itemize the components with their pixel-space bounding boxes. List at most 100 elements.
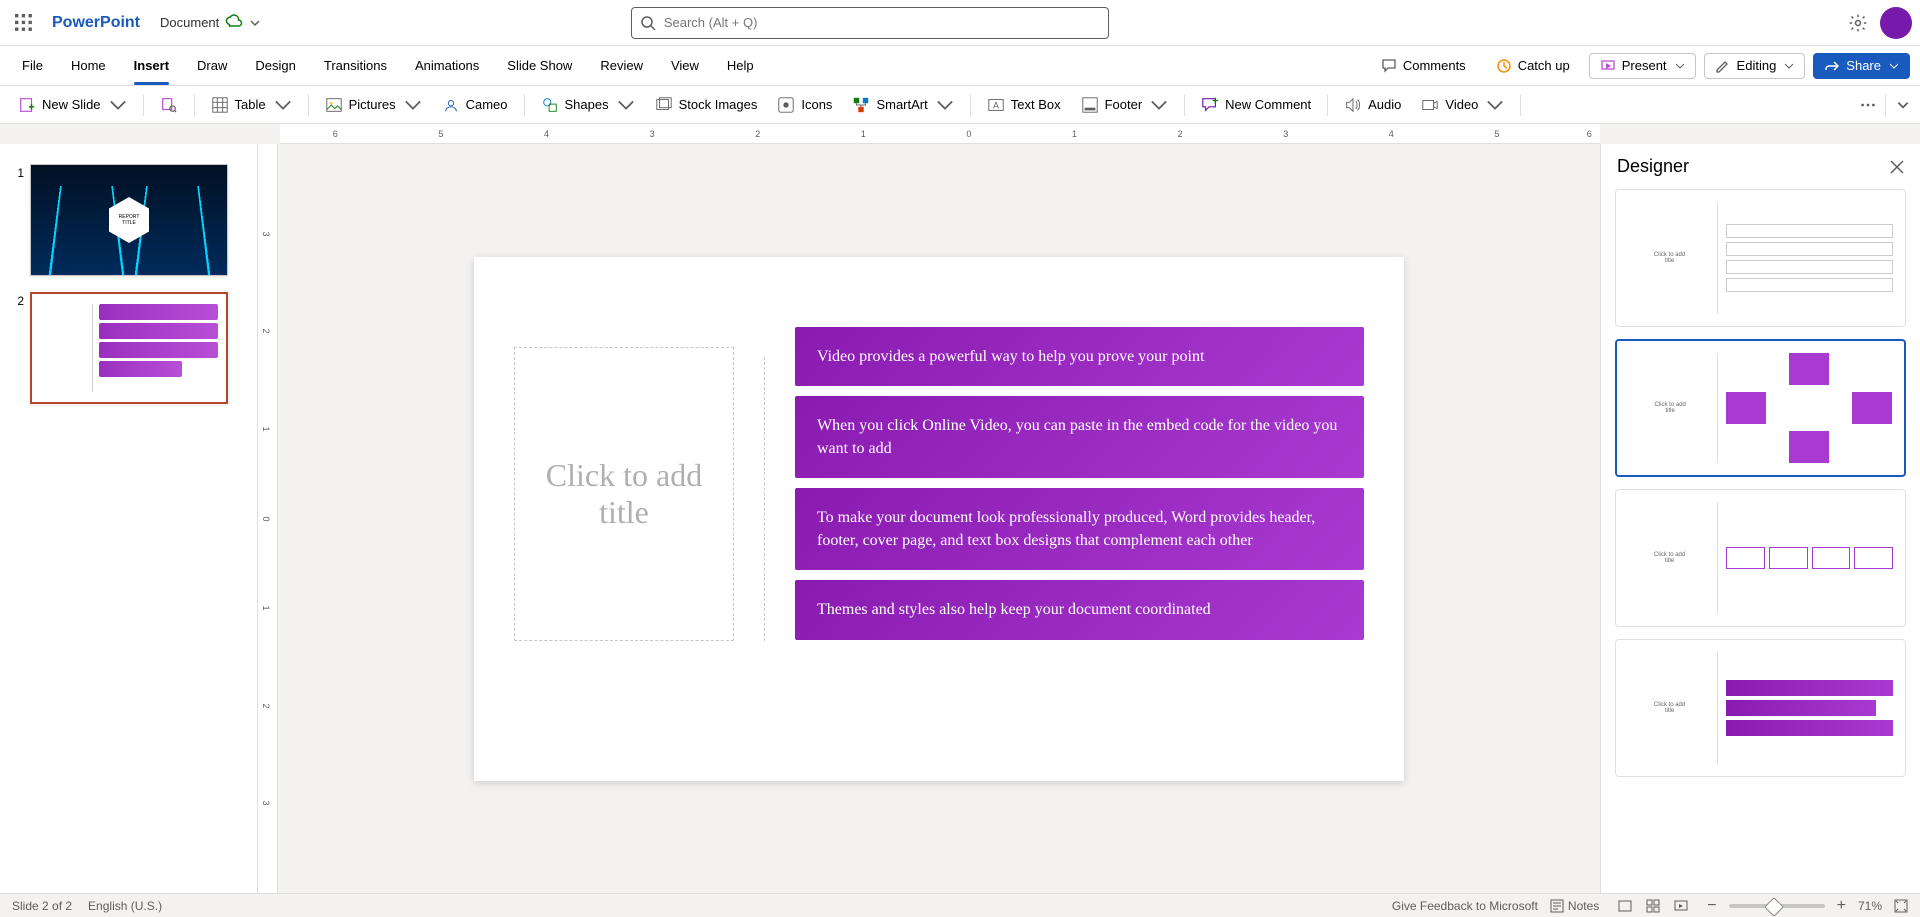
- footer-label: Footer: [1105, 97, 1143, 112]
- zoom-out[interactable]: −: [1707, 897, 1716, 915]
- new-slide-label: New Slide: [42, 97, 101, 112]
- view-slideshow[interactable]: [1667, 897, 1695, 915]
- slide-thumb-1[interactable]: REPORT TITLE: [30, 164, 228, 276]
- content-box-1[interactable]: Video provides a powerful way to help yo…: [795, 327, 1364, 386]
- tab-home[interactable]: Home: [59, 52, 118, 79]
- more-icon[interactable]: [1859, 96, 1877, 114]
- icons-button[interactable]: Icons: [769, 92, 840, 118]
- shapes-button[interactable]: Shapes: [533, 92, 643, 118]
- catchup-button[interactable]: Catch up: [1485, 53, 1581, 79]
- new-comment-icon: [1201, 96, 1219, 114]
- editing-button[interactable]: Editing: [1704, 53, 1806, 79]
- new-slide-icon: [18, 96, 36, 114]
- tab-view[interactable]: View: [659, 52, 711, 79]
- status-slide[interactable]: Slide 2 of 2: [12, 899, 72, 913]
- gear-icon[interactable]: [1848, 13, 1868, 33]
- view-normal[interactable]: [1611, 897, 1639, 915]
- search-box[interactable]: [631, 7, 1109, 39]
- separator: [1885, 94, 1886, 116]
- cameo-button[interactable]: Cameo: [434, 92, 516, 118]
- share-button[interactable]: Share: [1813, 53, 1910, 79]
- tab-draw[interactable]: Draw: [185, 52, 239, 79]
- user-avatar[interactable]: [1880, 7, 1912, 39]
- design-option-1[interactable]: Click to add title: [1615, 189, 1906, 327]
- divider: [764, 357, 765, 641]
- stock-images-button[interactable]: Stock Images: [647, 92, 766, 118]
- textbox-button[interactable]: A Text Box: [979, 92, 1069, 118]
- view-toggle: [1611, 897, 1695, 915]
- smartart-button[interactable]: SmartArt: [844, 92, 961, 118]
- video-button[interactable]: Video: [1413, 92, 1512, 118]
- zoom-slider[interactable]: [1729, 904, 1825, 908]
- chevron-down-icon: [1486, 96, 1504, 114]
- doc-chevron-icon[interactable]: [249, 17, 261, 29]
- notes-label: Notes: [1568, 899, 1599, 913]
- smartart-icon: [852, 96, 870, 114]
- shapes-label: Shapes: [565, 97, 609, 112]
- new-comment-button[interactable]: New Comment: [1193, 92, 1319, 118]
- present-label: Present: [1622, 58, 1667, 73]
- tab-review[interactable]: Review: [588, 52, 655, 79]
- close-icon[interactable]: [1890, 160, 1904, 174]
- content-box-3[interactable]: To make your document look professionall…: [795, 488, 1364, 570]
- document-name[interactable]: Document: [160, 15, 219, 30]
- chevron-down-icon: [109, 96, 127, 114]
- zoom-in[interactable]: +: [1837, 897, 1846, 915]
- tab-file[interactable]: File: [10, 52, 55, 79]
- content-box-2[interactable]: When you click Online Video, you can pas…: [795, 396, 1364, 478]
- title-placeholder[interactable]: Click to add title: [514, 347, 734, 641]
- view-sorter[interactable]: [1639, 897, 1667, 915]
- tab-slideshow[interactable]: Slide Show: [495, 52, 584, 79]
- share-icon: [1824, 58, 1840, 74]
- search-input[interactable]: [664, 15, 1100, 30]
- app-name: PowerPoint: [52, 14, 140, 32]
- pictures-button[interactable]: Pictures: [317, 92, 430, 118]
- new-slide-button[interactable]: New Slide: [10, 92, 135, 118]
- tab-help[interactable]: Help: [715, 52, 766, 79]
- fit-icon[interactable]: [1894, 899, 1908, 913]
- tab-animations[interactable]: Animations: [403, 52, 491, 79]
- comments-label: Comments: [1403, 58, 1466, 73]
- editing-chevron-icon: [1784, 61, 1794, 71]
- chevron-down-icon: [274, 96, 292, 114]
- smartart-label: SmartArt: [876, 97, 927, 112]
- status-language[interactable]: English (U.S.): [88, 899, 162, 913]
- separator: [970, 94, 971, 116]
- designer-title: Designer: [1617, 156, 1689, 177]
- comments-button[interactable]: Comments: [1370, 53, 1477, 79]
- chevron-down-icon: [404, 96, 422, 114]
- cameo-icon: [442, 96, 460, 114]
- cameo-label: Cameo: [466, 97, 508, 112]
- chevron-down-icon: [936, 96, 954, 114]
- editing-label: Editing: [1737, 58, 1777, 73]
- shapes-icon: [541, 96, 559, 114]
- ruler-horizontal: 6 5 4 3 2 1 0 1 2 3 4 5 6: [280, 124, 1600, 144]
- pencil-icon: [1715, 58, 1731, 74]
- slide-thumb-2[interactable]: [30, 292, 228, 404]
- table-label: Table: [235, 97, 266, 112]
- reuse-slides-button[interactable]: [152, 92, 186, 118]
- table-button[interactable]: Table: [203, 92, 300, 118]
- slide-canvas[interactable]: Click to add title Video provides a powe…: [474, 257, 1404, 781]
- catchup-icon: [1496, 58, 1512, 74]
- content-box-4[interactable]: Themes and styles also help keep your do…: [795, 580, 1364, 639]
- icons-label: Icons: [801, 97, 832, 112]
- footer-button[interactable]: Footer: [1073, 92, 1177, 118]
- design-option-3[interactable]: Click to add title: [1615, 489, 1906, 627]
- design-option-4[interactable]: Click to add title: [1615, 639, 1906, 777]
- collapse-ribbon-icon[interactable]: [1896, 98, 1910, 112]
- design-option-2[interactable]: Click to add title: [1615, 339, 1906, 477]
- feedback-link[interactable]: Give Feedback to Microsoft: [1392, 899, 1538, 913]
- notes-button[interactable]: Notes: [1550, 899, 1599, 913]
- app-launcher[interactable]: [8, 7, 40, 39]
- separator: [1327, 94, 1328, 116]
- tab-transitions[interactable]: Transitions: [312, 52, 399, 79]
- separator: [1520, 94, 1521, 116]
- slide-thumbnails: 1 REPORT TITLE 2: [0, 144, 258, 893]
- tab-insert[interactable]: Insert: [122, 52, 181, 79]
- tab-design[interactable]: Design: [243, 52, 307, 79]
- zoom-level[interactable]: 71%: [1858, 899, 1882, 913]
- present-button[interactable]: Present: [1589, 53, 1696, 79]
- audio-button[interactable]: Audio: [1336, 92, 1409, 118]
- footer-icon: [1081, 96, 1099, 114]
